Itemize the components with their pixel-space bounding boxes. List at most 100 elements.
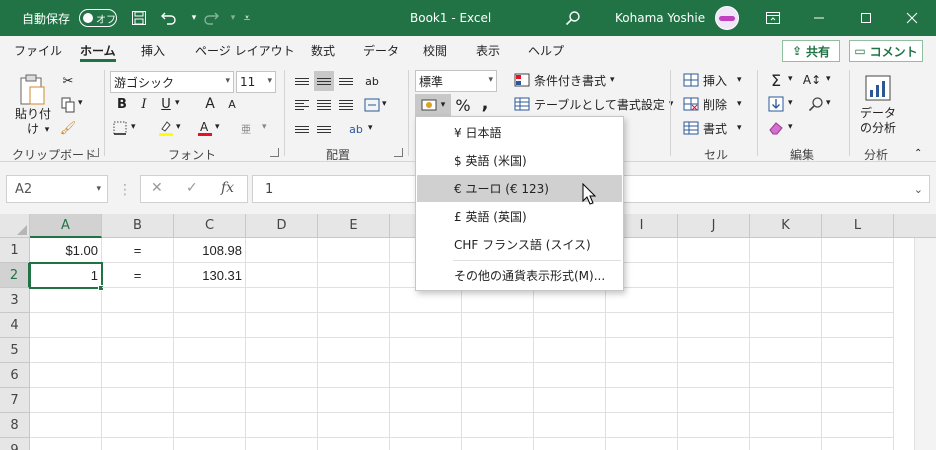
grid-cell[interactable] [822, 363, 894, 388]
comment-button[interactable]: ▭ コメント [849, 40, 923, 62]
currency-button[interactable]: ▾ [415, 94, 451, 116]
grid-cell[interactable] [462, 288, 534, 313]
tab-insert[interactable]: 挿入 [141, 36, 165, 64]
conditional-format-button[interactable]: 条件付き書式 ▾ [514, 70, 615, 90]
grid-cell[interactable] [750, 413, 822, 438]
grid-cell[interactable] [822, 288, 894, 313]
grid-cell[interactable] [318, 238, 390, 263]
grid-cell[interactable] [318, 338, 390, 363]
grid-cell[interactable] [606, 413, 678, 438]
grid-cell[interactable] [390, 338, 462, 363]
grid-cell[interactable] [606, 313, 678, 338]
grid-cell[interactable] [246, 263, 318, 288]
grid-cell[interactable] [822, 263, 894, 288]
row-header-8[interactable]: 8 [0, 413, 30, 438]
grid-cell[interactable] [678, 363, 750, 388]
fill-icon[interactable] [766, 94, 786, 114]
grid-cell[interactable] [678, 238, 750, 263]
autosum-dropdown-icon[interactable]: ▾ [788, 74, 793, 84]
cell-a1[interactable]: $1.00 [30, 238, 102, 263]
analyze-data-label-1[interactable]: データ [854, 106, 902, 121]
grid-cell[interactable] [318, 363, 390, 388]
grid-cell[interactable] [174, 363, 246, 388]
phonetic-icon[interactable]: 亜 [236, 118, 256, 138]
percent-button[interactable]: % [452, 94, 474, 116]
grid-cell[interactable] [318, 438, 390, 450]
grid-cell[interactable] [102, 388, 174, 413]
align-center-icon[interactable] [314, 95, 334, 115]
grid-cell[interactable] [246, 363, 318, 388]
tab-file[interactable]: ファイル [14, 36, 62, 64]
grid-cell[interactable] [30, 438, 102, 450]
grid-cell[interactable] [462, 413, 534, 438]
enter-icon[interactable]: ✓ [186, 180, 198, 196]
align-left-icon[interactable] [292, 95, 312, 115]
grid-cell[interactable] [102, 438, 174, 450]
grid-cell[interactable] [822, 338, 894, 363]
shrink-font-button[interactable]: A [222, 94, 242, 114]
grid-cell[interactable] [678, 388, 750, 413]
expand-formula-icon[interactable]: ⌄ [914, 183, 923, 196]
grid-cell[interactable] [318, 263, 390, 288]
customize-quick-access-icon[interactable]: ⩡ [236, 0, 258, 36]
align-bottom-icon[interactable] [336, 71, 356, 91]
grid-cell[interactable] [534, 313, 606, 338]
find-icon[interactable] [806, 94, 826, 114]
column-header-k[interactable]: K [750, 214, 822, 238]
grid-cell[interactable] [822, 238, 894, 263]
grid-cell[interactable] [750, 313, 822, 338]
highlight-icon[interactable] [156, 118, 176, 138]
menu-item-usd[interactable]: $ 英語 (米国) [417, 147, 622, 174]
tab-review[interactable]: 校閲 [423, 36, 447, 64]
font-color-dropdown-icon[interactable]: ▾ [215, 122, 220, 132]
grid-cell[interactable] [246, 438, 318, 450]
grid-cell[interactable] [30, 388, 102, 413]
row-header-5[interactable]: 5 [0, 338, 30, 363]
row-header-7[interactable]: 7 [0, 388, 30, 413]
grow-font-button[interactable]: A [200, 94, 220, 114]
number-format-combo[interactable]: 標準 ▾ [415, 70, 497, 92]
font-size-combo[interactable]: 11 ▾ [236, 71, 276, 93]
menu-item-more-currency[interactable]: その他の通貨表示形式(M)... [417, 262, 622, 289]
menu-item-gbp[interactable]: £ 英語 (英国) [417, 203, 622, 230]
grid-cell[interactable] [390, 288, 462, 313]
grid-cell[interactable] [246, 313, 318, 338]
grid-cell[interactable] [390, 413, 462, 438]
grid-cell[interactable] [822, 413, 894, 438]
clear-icon[interactable] [766, 118, 786, 138]
grid-cell[interactable] [606, 338, 678, 363]
user-name[interactable]: Kohama Yoshie [615, 0, 705, 36]
grid-cell[interactable] [318, 313, 390, 338]
orientation-icon[interactable]: ab [362, 71, 382, 91]
underline-button[interactable]: U [156, 94, 176, 114]
alignment-launcher-icon[interactable] [394, 148, 403, 157]
angle-dropdown-icon[interactable]: ▾ [368, 123, 373, 133]
row-header-6[interactable]: 6 [0, 363, 30, 388]
grid-cell[interactable] [30, 338, 102, 363]
highlight-dropdown-icon[interactable]: ▾ [176, 122, 181, 132]
grid-cell[interactable] [390, 438, 462, 450]
grid-cell[interactable] [750, 438, 822, 450]
save-icon[interactable] [128, 0, 150, 36]
grid-cell[interactable] [678, 313, 750, 338]
border-dropdown-icon[interactable]: ▾ [131, 122, 136, 132]
border-icon[interactable] [110, 118, 130, 138]
search-icon[interactable] [562, 0, 584, 36]
tab-page-layout[interactable]: ページ レイアウト [195, 36, 295, 64]
grid-cell[interactable] [102, 338, 174, 363]
grid-cell[interactable] [246, 238, 318, 263]
increase-indent-icon[interactable] [314, 119, 334, 139]
grid-cell[interactable] [822, 313, 894, 338]
grid-cell[interactable] [678, 338, 750, 363]
font-color-icon[interactable]: A [195, 118, 215, 138]
paste-icon[interactable] [14, 72, 50, 108]
grid-cell[interactable] [318, 388, 390, 413]
sort-filter-icon[interactable]: A↕ [802, 70, 822, 90]
grid-cell[interactable] [534, 363, 606, 388]
formula-bar-grip-icon[interactable]: ⋮ [118, 182, 132, 198]
grid-cell[interactable] [318, 288, 390, 313]
grid-cell[interactable] [606, 363, 678, 388]
grid-cell[interactable] [750, 363, 822, 388]
row-header-4[interactable]: 4 [0, 313, 30, 338]
cancel-icon[interactable]: ✕ [151, 180, 163, 196]
